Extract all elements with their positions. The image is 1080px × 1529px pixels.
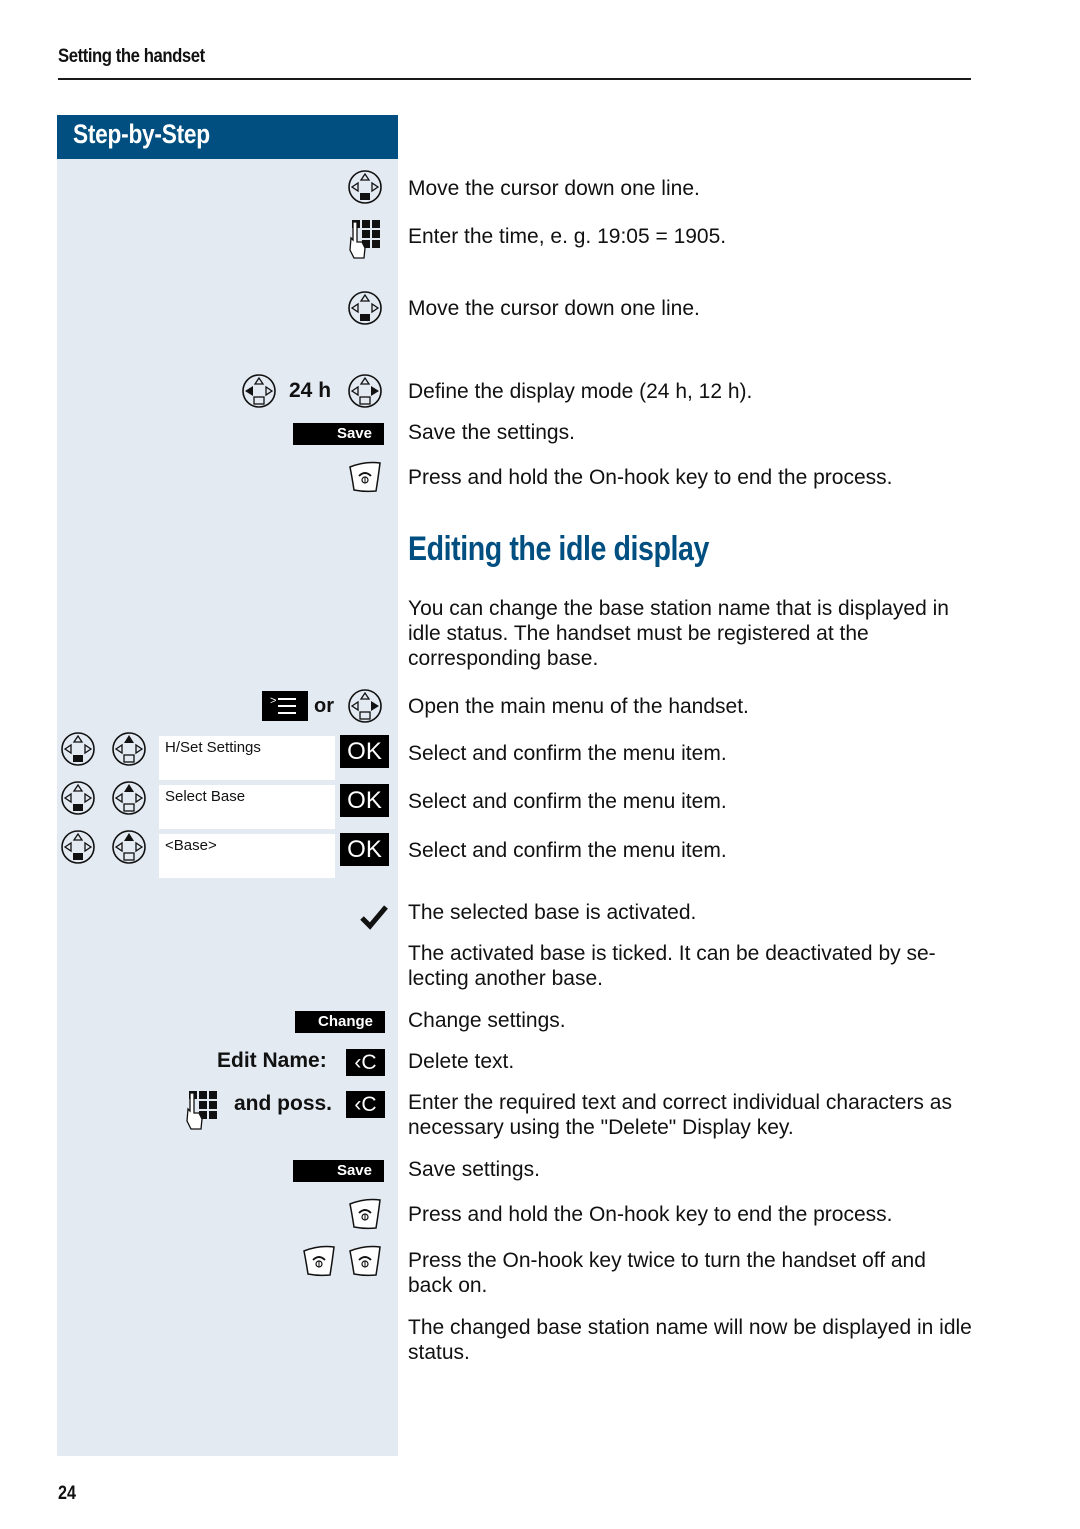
step-text: Change settings.	[408, 1009, 566, 1032]
ok-key[interactable]: OK	[340, 784, 389, 817]
menu-item-hset-settings[interactable]: H/Set Settings	[159, 736, 335, 780]
checkmark-icon	[360, 905, 388, 930]
on-hook-key-icon	[348, 461, 382, 493]
nav-key-up-icon	[111, 829, 147, 865]
step-text: Delete text.	[408, 1050, 515, 1073]
step-text: The activated base is ticked. It can be …	[408, 942, 936, 990]
nav-key-down-icon	[60, 780, 96, 816]
change-softkey[interactable]: Change	[295, 1011, 385, 1033]
on-hook-key-icon	[348, 1245, 382, 1277]
svg-text:>: >	[270, 695, 276, 707]
nav-key-up-icon	[111, 731, 147, 767]
nav-key-right-icon	[347, 688, 383, 724]
and-poss-label: and poss.	[234, 1092, 333, 1115]
nav-key-down-icon	[347, 290, 383, 326]
intro-paragraph: You can change the base station name tha…	[408, 597, 949, 670]
step-text: Select and confirm the menu item.	[408, 790, 727, 813]
step-text: Open the main menu of the handset.	[408, 695, 749, 718]
step-text: Select and confirm the menu item.	[408, 839, 727, 862]
step-text: Save the settings.	[408, 421, 575, 444]
nav-key-down-icon	[347, 169, 383, 205]
step-text: Enter the time, e. g. 19:05 = 1905.	[408, 225, 727, 248]
header-divider	[58, 78, 971, 80]
page-number: 24	[58, 1483, 76, 1504]
step-text: Select and confirm the menu item.	[408, 742, 727, 765]
step-text: Press and hold the On-hook key to end th…	[408, 1203, 893, 1226]
nav-key-left-icon	[241, 373, 277, 409]
step-text: Move the cursor down one line.	[408, 177, 700, 200]
nav-key-down-icon	[60, 829, 96, 865]
ok-key[interactable]: OK	[340, 833, 389, 866]
menu-list-icon: >	[270, 695, 296, 714]
step-text: The selected base is activated.	[408, 901, 697, 924]
delete-key[interactable]: ‹C	[346, 1091, 385, 1118]
step-text: Press and hold the On-hook key to end th…	[408, 466, 893, 489]
save-softkey[interactable]: Save	[293, 1160, 384, 1182]
nav-key-up-icon	[111, 780, 147, 816]
nav-key-down-icon	[60, 731, 96, 767]
nav-key-right-icon	[347, 373, 383, 409]
step-by-step-label: Step-by-Step	[73, 119, 210, 149]
on-hook-key-icon	[348, 1198, 382, 1230]
menu-item-base[interactable]: <Base>	[159, 834, 335, 878]
keypad-icon	[185, 1089, 221, 1131]
step-text: Define the display mode (24 h, 12 h).	[408, 380, 753, 403]
menu-item-select-base[interactable]: Select Base	[159, 785, 335, 829]
step-text: Save settings.	[408, 1158, 540, 1181]
display-mode-value: 24 h	[289, 379, 332, 402]
step-text: Enter the required text and correct indi…	[408, 1091, 952, 1139]
save-softkey[interactable]: Save	[293, 423, 384, 445]
on-hook-key-icon	[302, 1245, 336, 1277]
step-text: Press the On-hook key twice to turn the …	[408, 1249, 926, 1297]
page-header-title: Setting the handset	[58, 46, 205, 67]
step-text: Move the cursor down one line.	[408, 297, 700, 320]
menu-key[interactable]: >	[262, 691, 308, 721]
keypad-icon	[348, 218, 384, 260]
delete-key[interactable]: ‹C	[346, 1049, 385, 1076]
or-label: or	[314, 695, 334, 717]
ok-key[interactable]: OK	[340, 735, 389, 768]
step-text: The changed base station name will now b…	[408, 1316, 972, 1364]
edit-name-label: Edit Name:	[217, 1049, 327, 1072]
section-title: Editing the idle display	[408, 530, 709, 568]
